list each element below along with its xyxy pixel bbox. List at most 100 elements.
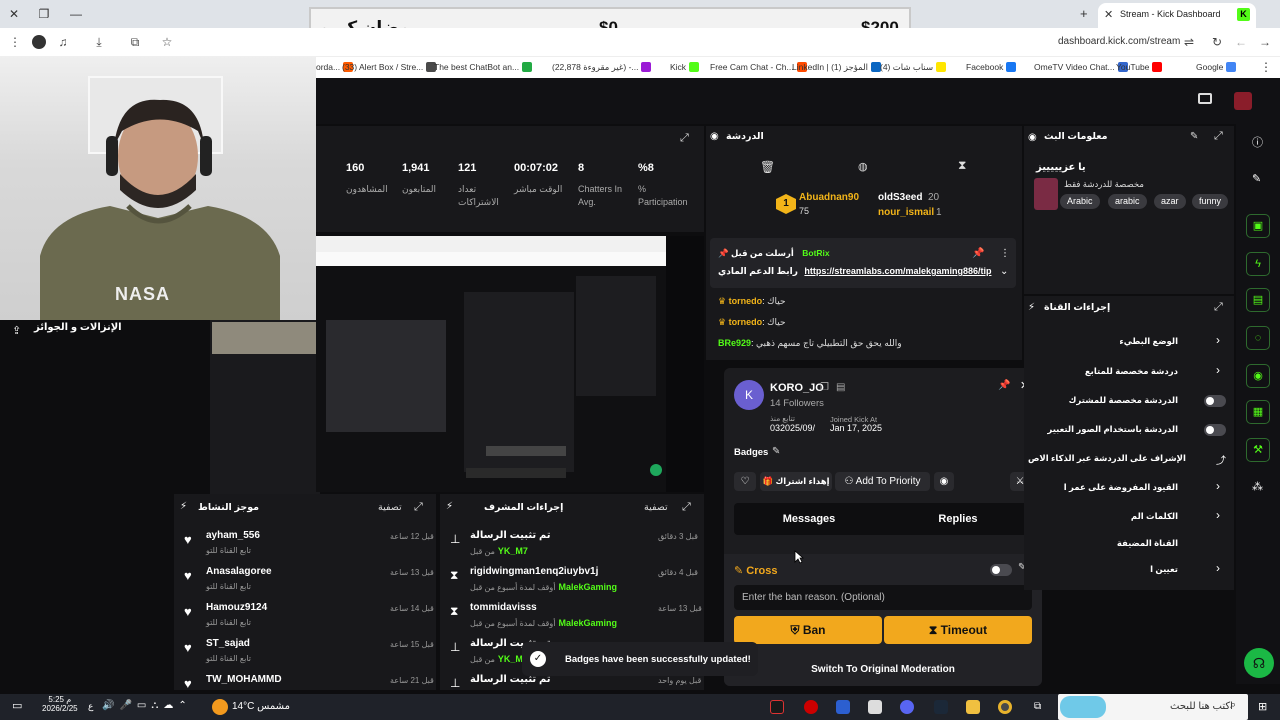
chevron-right-icon[interactable]: › [1216, 479, 1220, 493]
bookmark-item[interactable]: (4) سناب شات [880, 62, 947, 73]
task-view-icon[interactable]: ⧉ [1034, 700, 1048, 714]
channel-action-label[interactable]: القيود المفروضة على عمر ا [1028, 482, 1178, 493]
activity-filter-button[interactable]: تصفية [378, 502, 402, 513]
bookmark-item[interactable]: (33) Alert Box / Stre... [342, 62, 437, 72]
expand-icon[interactable]: ⤢ [680, 132, 689, 145]
tab-replies[interactable]: Replies [884, 503, 1032, 535]
channel-action-label[interactable]: الدردشة باستخدام الصور التعبير [1028, 424, 1178, 435]
minimize-window-icon[interactable]: — [68, 6, 84, 22]
bookmark-item[interactable]: The best ChatBot an... [434, 62, 533, 72]
edit-badges-icon[interactable]: ✎ [772, 446, 780, 457]
notifications-icon[interactable]: ▭ [12, 699, 22, 712]
channel-action-label[interactable]: تعيين ا [1028, 564, 1178, 575]
share-icon[interactable]: ⁂ [1252, 480, 1263, 493]
chrome-icon[interactable] [998, 700, 1012, 714]
close-window-icon[interactable]: ✕ [6, 6, 22, 22]
weather-text[interactable]: 14°C مشمس [232, 701, 290, 712]
mod-action-title[interactable]: tommidavisss [470, 602, 537, 613]
info-icon[interactable]: ⓘ [1252, 134, 1263, 150]
opera-icon[interactable] [804, 700, 818, 714]
download-icon[interactable]: ⤓ [92, 35, 106, 49]
timeout-button[interactable]: ⧗ Timeout [884, 616, 1032, 644]
channel-action-label[interactable]: القناة المضيفة [1028, 538, 1178, 549]
expand-icon[interactable]: ⤢ [1214, 301, 1223, 314]
media-icon[interactable]: ♫ [56, 35, 70, 49]
file-explorer-icon[interactable] [966, 700, 980, 714]
document-icon[interactable]: ▤ [1246, 288, 1270, 312]
mod-action-by-user[interactable]: MalekGaming [558, 582, 617, 592]
site-settings-icon[interactable]: ⇌ [1182, 35, 1196, 49]
pin-icon[interactable]: 📌 [972, 248, 984, 259]
broadcast-icon[interactable]: ◉ [1246, 364, 1270, 388]
activity-username[interactable]: Anasalagoree [206, 566, 272, 577]
mod-filter-button[interactable]: تصفية [644, 502, 668, 513]
bookmark-item[interactable]: (22,878 غير مقروءة) -... [552, 62, 652, 73]
activity-username[interactable]: ST_sajad [206, 638, 250, 649]
reload-icon[interactable]: ↻ [1210, 35, 1224, 49]
mod-action-title[interactable]: تم تثبيت الرسالة [470, 530, 551, 541]
new-tab-icon[interactable]: + [1080, 6, 1088, 21]
clock[interactable]: 5:25 م 2026/2/25 [42, 695, 78, 713]
back-icon[interactable]: → [1258, 35, 1272, 49]
toggle-switch[interactable] [1204, 424, 1226, 436]
chat-username[interactable]: BRe929 [718, 338, 751, 348]
tray-icons[interactable]: 🔊🎤▭⛬☁⌃ [102, 700, 192, 711]
switch-moderation-link[interactable]: Switch To Original Moderation [724, 664, 1042, 675]
gifter-name[interactable]: Abuadnan90 [799, 192, 859, 203]
chat-message[interactable]: ♛ tornedo: حياك [718, 317, 786, 328]
address-bar[interactable]: dashboard.kick.com/stream [1058, 36, 1180, 47]
upload-icon[interactable]: ⇪ [12, 324, 21, 337]
app-icon[interactable] [836, 700, 850, 714]
pinned-message[interactable]: 📌 أرسلت من قبل BotRix رابط الدعم المادي … [710, 238, 1016, 288]
mod-action-by-user[interactable]: MalekGaming [558, 618, 617, 628]
chat-username[interactable]: tornedo [729, 317, 763, 327]
bookmark-item[interactable]: Google [1196, 62, 1237, 72]
add-priority-button[interactable]: ⚇ Add To Priority [835, 472, 930, 491]
lightning-icon[interactable]: ϟ [1246, 252, 1270, 276]
mod-action-title[interactable]: rigidwingman1enq2iuybv1j [470, 566, 598, 577]
pin-icon[interactable]: 📌 [998, 380, 1010, 391]
chat-username[interactable]: tornedo [729, 296, 763, 306]
mod-action-by-user[interactable]: YK_M7 [498, 546, 528, 556]
tab-kick-dashboard[interactable]: ✕ Stream - Kick Dashboard K [1098, 3, 1256, 28]
bookmark-item[interactable]: Facebook [966, 62, 1017, 72]
bookmark-star-icon[interactable]: ☆ [160, 35, 174, 49]
view-button[interactable]: ◉ [934, 472, 954, 491]
ban-reason-input[interactable]: Enter the ban reason. (Optional) [734, 585, 1032, 610]
app-icon[interactable] [770, 700, 784, 714]
activity-username[interactable]: ayham_556 [206, 530, 260, 541]
wrench-icon[interactable]: ⚒ [1246, 438, 1270, 462]
camera-icon[interactable]: ▣ [1246, 214, 1270, 238]
more-icon[interactable]: ⋮ [1000, 248, 1010, 259]
chevron-right-icon[interactable]: › [1216, 333, 1220, 347]
screen-icon[interactable] [1198, 93, 1212, 104]
chat-message[interactable]: ♛ tornedo: حياك [718, 296, 786, 307]
cross-toggle[interactable] [990, 564, 1012, 576]
trash-icon[interactable]: 🗑 [760, 160, 775, 174]
bookmark-item[interactable]: YouTube [1116, 62, 1163, 72]
copy-icon[interactable]: ❐ [820, 382, 829, 393]
external-link-icon[interactable]: ⤴ [1216, 452, 1226, 467]
discord-icon[interactable] [900, 700, 914, 714]
store-icon[interactable] [868, 700, 882, 714]
expand-icon[interactable]: ⤢ [414, 501, 423, 514]
forward-icon[interactable]: ← [1234, 35, 1248, 49]
windows-start-icon[interactable]: ⊞ [1258, 700, 1267, 713]
bookmarks-overflow-icon[interactable]: ⋮ [1260, 60, 1272, 74]
pinned-link[interactable]: https://streamlabs.com/malekgaming886/ti… [804, 266, 991, 276]
channel-action-label[interactable]: دردشة مخصصة للمتابع [1028, 366, 1178, 377]
bookmark-item[interactable]: Kick [670, 62, 700, 72]
bookmark-item[interactable]: LinkedIn | (1) المؤجز [792, 62, 882, 73]
channel-action-label[interactable]: الإشراف على الدردشة عبر الذكاء الاص [1028, 453, 1186, 464]
steam-icon[interactable] [934, 700, 948, 714]
chevron-right-icon[interactable]: › [1216, 363, 1220, 377]
chat-icon[interactable]: ◌ [1246, 326, 1270, 350]
chevron-right-icon[interactable]: › [1216, 508, 1220, 522]
close-tab-icon[interactable]: ✕ [1104, 8, 1113, 21]
activity-username[interactable]: Hamouz9124 [206, 602, 267, 613]
menu-icon[interactable]: ⋮ [8, 35, 22, 49]
channel-action-label[interactable]: الدردشة مخصصة للمشترك [1028, 395, 1178, 406]
expand-icon[interactable]: ⤢ [1214, 130, 1223, 143]
tab-messages[interactable]: Messages [734, 503, 884, 535]
support-headset-icon[interactable]: ☊ [1244, 648, 1274, 678]
